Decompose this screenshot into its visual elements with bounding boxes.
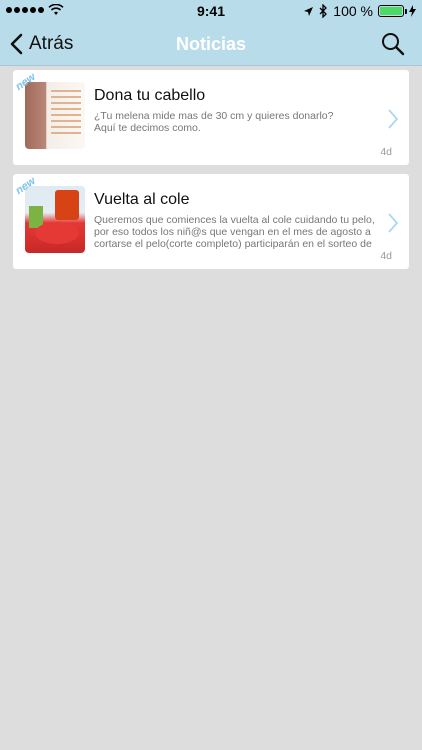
news-title: Vuelta al cole (94, 191, 190, 208)
news-description: ¿Tu melena mide mas de 30 cm y quieres d… (94, 110, 334, 134)
navigation-bar: Atrás Noticias (0, 22, 422, 66)
news-item-vuelta-al-cole[interactable]: new Vuelta al cole Queremos que comience… (13, 174, 409, 269)
news-age: 4d (380, 250, 392, 262)
news-title: Dona tu cabello (94, 87, 206, 104)
chevron-right-icon (388, 109, 399, 129)
location-icon (304, 6, 314, 16)
charging-icon (409, 5, 416, 17)
status-bar: 9:41 100 % (0, 0, 422, 22)
bluetooth-icon (319, 4, 328, 18)
status-right: 100 % (303, 3, 416, 19)
search-icon[interactable] (380, 31, 406, 57)
news-description: Queremos que comiences la vuelta al cole… (94, 214, 375, 250)
chevron-right-icon (388, 213, 399, 233)
news-item-dona-tu-cabello[interactable]: new Dona tu cabello ¿Tu melena mide mas … (13, 70, 409, 165)
news-thumbnail (25, 186, 85, 253)
battery-icon (378, 5, 407, 17)
news-age: 4d (380, 146, 392, 158)
battery-level (380, 7, 402, 15)
news-thumbnail (25, 82, 85, 149)
battery-percentage: 100 % (333, 3, 373, 19)
page-title: Noticias (175, 34, 247, 54)
